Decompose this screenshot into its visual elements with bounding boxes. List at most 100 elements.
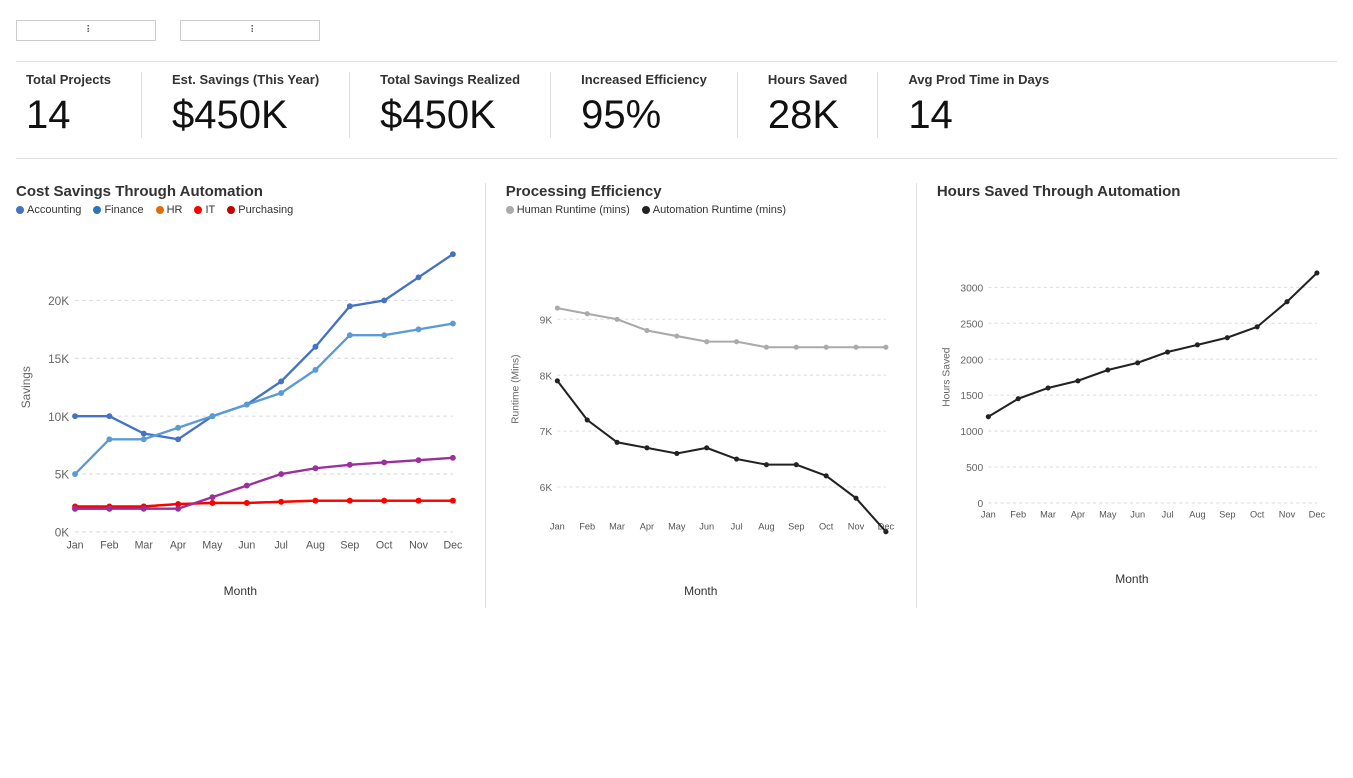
svg-text:Apr: Apr [639, 521, 653, 531]
projects-filter-group: ⠇ [180, 16, 320, 41]
kpi-value-est-savings: $450K [172, 93, 288, 138]
projects-select[interactable]: ⠇ [180, 20, 320, 41]
svg-text:Feb: Feb [100, 539, 118, 551]
kpi-item-hours-saved: Hours Saved 28K [738, 72, 877, 138]
legend-dot [156, 206, 164, 214]
processing-chart: 6K7K8K9KJanFebMarAprMayJunJulAugSepOctNo… [506, 222, 896, 582]
svg-text:Mar: Mar [609, 521, 625, 531]
svg-text:Jan: Jan [66, 539, 83, 551]
legend-label: Finance [104, 204, 143, 216]
svg-text:May: May [668, 521, 686, 531]
legend-item: HR [156, 204, 183, 216]
svg-text:1000: 1000 [960, 427, 983, 438]
cost-savings-panel: Cost Savings Through Automation Accounti… [16, 183, 486, 608]
legend-item: Finance [93, 204, 143, 216]
legend-dot [16, 206, 24, 214]
legend-item: IT [194, 204, 215, 216]
hours-saved-title: Hours Saved Through Automation [937, 183, 1327, 200]
kpi-item-total-projects: Total Projects 14 [16, 72, 141, 138]
hours-saved-chart: 050010001500200025003000JanFebMarAprMayJ… [937, 210, 1327, 570]
svg-text:1500: 1500 [960, 391, 983, 402]
cost-savings-chart: 0K5K10K15K20KJanFebMarAprMayJunJulAugSep… [16, 222, 465, 582]
kpi-label-avg-prod-time: Avg Prod Time in Days [908, 72, 1049, 87]
svg-text:Savings: Savings [19, 366, 33, 408]
svg-text:Sep: Sep [1219, 509, 1235, 519]
processing-efficiency-panel: Processing Efficiency Human Runtime (min… [486, 183, 917, 608]
legend-item: Human Runtime (mins) [506, 204, 630, 216]
svg-text:Feb: Feb [1010, 509, 1026, 519]
svg-text:Jul: Jul [730, 521, 742, 531]
hours-saved-x-label: Month [937, 572, 1327, 586]
svg-text:Mar: Mar [1040, 509, 1056, 519]
svg-text:Aug: Aug [306, 539, 325, 551]
department-select[interactable]: ⠇ [16, 20, 156, 41]
svg-text:7K: 7K [539, 427, 552, 438]
kpi-item-total-savings-realized: Total Savings Realized $450K [350, 72, 550, 138]
kpi-value-increased-efficiency: 95% [581, 93, 661, 138]
dashboard: ⠇ ⠇ Total Projects 14 Est. Savings (This… [0, 0, 1353, 778]
filters-row: ⠇ ⠇ [16, 16, 1337, 41]
svg-text:5K: 5K [55, 468, 70, 482]
kpi-item-increased-efficiency: Increased Efficiency 95% [551, 72, 737, 138]
svg-text:Jul: Jul [1161, 509, 1173, 519]
cost-savings-title: Cost Savings Through Automation [16, 183, 465, 200]
svg-text:Jun: Jun [1130, 509, 1145, 519]
svg-text:Jun: Jun [238, 539, 255, 551]
svg-text:Nov: Nov [847, 521, 864, 531]
svg-text:Jun: Jun [699, 521, 714, 531]
kpi-label-total-projects: Total Projects [26, 72, 111, 87]
legend-dot [506, 206, 514, 214]
kpi-label-est-savings: Est. Savings (This Year) [172, 72, 319, 87]
svg-text:20K: 20K [48, 294, 69, 308]
department-filter-group: ⠇ [16, 16, 156, 41]
cost-savings-svg: 0K5K10K15K20KJanFebMarAprMayJunJulAugSep… [16, 222, 465, 582]
svg-text:15K: 15K [48, 352, 69, 366]
svg-text:Nov: Nov [409, 539, 429, 551]
svg-text:10K: 10K [48, 410, 69, 424]
legend-dot [642, 206, 650, 214]
legend-label: Accounting [27, 204, 81, 216]
svg-text:2000: 2000 [960, 355, 983, 366]
legend-label: Automation Runtime (mins) [653, 204, 786, 216]
kpi-label-total-savings-realized: Total Savings Realized [380, 72, 520, 87]
legend-item: Purchasing [227, 204, 293, 216]
legend-label: Human Runtime (mins) [517, 204, 630, 216]
svg-text:Aug: Aug [1189, 509, 1205, 519]
svg-text:Feb: Feb [579, 521, 595, 531]
kpi-item-avg-prod-time: Avg Prod Time in Days 14 [878, 72, 1079, 138]
svg-text:8K: 8K [539, 371, 552, 382]
svg-text:Aug: Aug [758, 521, 774, 531]
projects-chevron-icon: ⠇ [250, 25, 309, 36]
svg-text:Oct: Oct [376, 539, 393, 551]
legend-dot [93, 206, 101, 214]
cost-savings-x-label: Month [16, 584, 465, 598]
department-chevron-icon: ⠇ [86, 25, 145, 36]
svg-text:Apr: Apr [1071, 509, 1085, 519]
svg-text:0K: 0K [55, 526, 70, 540]
kpi-row: Total Projects 14 Est. Savings (This Yea… [16, 61, 1337, 159]
legend-dot [227, 206, 235, 214]
kpi-item-est-savings: Est. Savings (This Year) $450K [142, 72, 349, 138]
kpi-label-increased-efficiency: Increased Efficiency [581, 72, 707, 87]
legend-item: Automation Runtime (mins) [642, 204, 786, 216]
legend-label: Purchasing [238, 204, 293, 216]
svg-text:3000: 3000 [960, 283, 983, 294]
svg-text:9K: 9K [539, 315, 552, 326]
svg-text:Nov: Nov [1279, 509, 1296, 519]
svg-text:Jan: Jan [550, 521, 565, 531]
processing-legend: Human Runtime (mins) Automation Runtime (… [506, 204, 896, 216]
hours-saved-panel: Hours Saved Through Automation 050010001… [917, 183, 1337, 608]
cost-savings-legend: Accounting Finance HR IT Purchasing [16, 204, 465, 216]
svg-text:Runtime (Mins): Runtime (Mins) [510, 354, 521, 423]
kpi-value-avg-prod-time: 14 [908, 93, 953, 138]
processing-efficiency-title: Processing Efficiency [506, 183, 896, 200]
svg-text:6K: 6K [539, 483, 552, 494]
legend-dot [194, 206, 202, 214]
charts-row: Cost Savings Through Automation Accounti… [16, 183, 1337, 608]
kpi-label-hours-saved: Hours Saved [768, 72, 847, 87]
legend-label: HR [167, 204, 183, 216]
svg-text:500: 500 [966, 463, 983, 474]
legend-label: IT [205, 204, 215, 216]
svg-text:May: May [202, 539, 223, 551]
svg-text:Oct: Oct [1250, 509, 1265, 519]
